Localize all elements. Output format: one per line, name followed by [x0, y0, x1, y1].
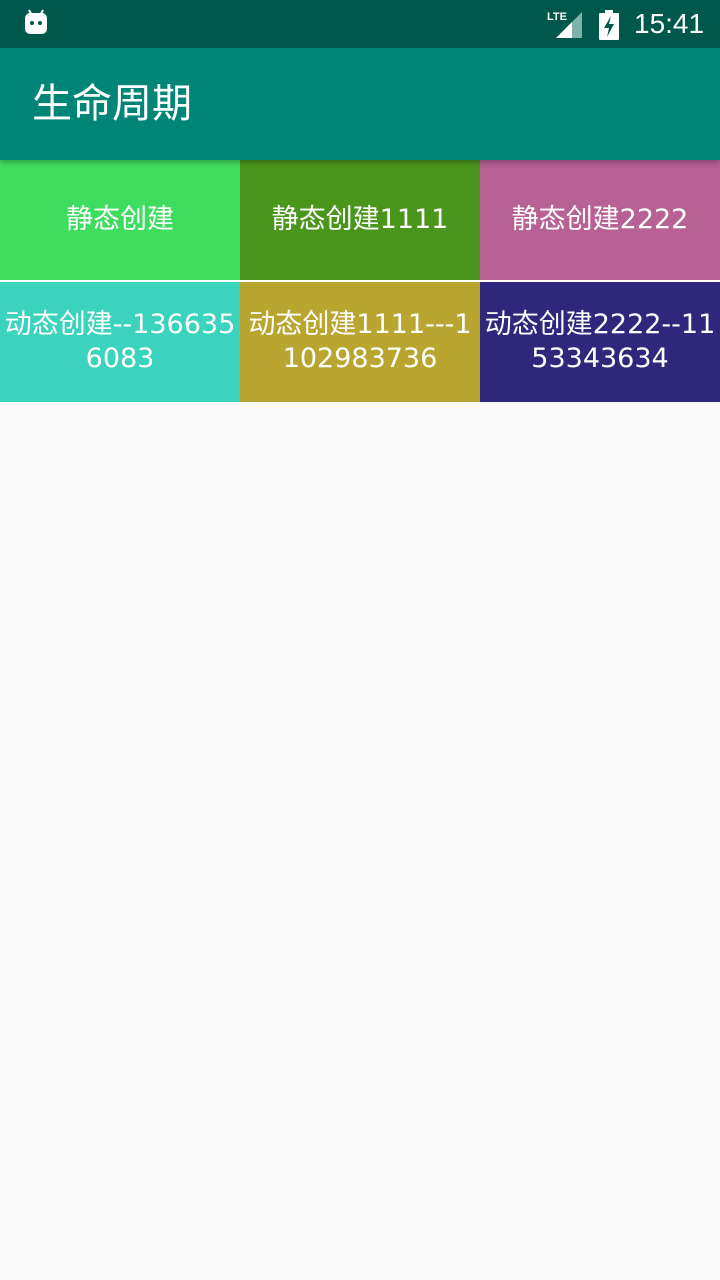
dynamic-create-button[interactable]: 动态创建--1366356083 — [0, 282, 240, 402]
dynamic-create-2222-button[interactable]: 动态创建2222--1153343634 — [480, 282, 720, 402]
dynamic-create-2222-label: 动态创建2222--1153343634 — [484, 309, 716, 374]
static-create-1111-label: 静态创建1111 — [271, 204, 449, 235]
app-bar: 生命周期 — [0, 48, 720, 160]
dynamic-create-1111-button[interactable]: 动态创建1111---1102983736 — [240, 282, 480, 402]
static-create-2222-button[interactable]: 静态创建2222 — [480, 160, 720, 280]
static-create-2222-label: 静态创建2222 — [511, 204, 689, 235]
static-create-label: 静态创建 — [66, 204, 174, 235]
svg-text:LTE: LTE — [547, 11, 567, 23]
android-notification-icon — [25, 9, 47, 34]
status-bar: LTE 15:41 — [0, 0, 720, 48]
status-clock: 15:41 — [634, 8, 705, 39]
dynamic-create-label: 动态创建--1366356083 — [4, 309, 236, 374]
lte-signal-icon: LTE — [547, 11, 582, 38]
static-create-1111-button[interactable]: 静态创建1111 — [240, 160, 480, 280]
static-create-button[interactable]: 静态创建 — [0, 160, 240, 280]
dynamic-create-1111-label: 动态创建1111---1102983736 — [248, 309, 472, 374]
page-title: 生命周期 — [32, 81, 192, 127]
battery-charging-icon — [599, 10, 619, 40]
